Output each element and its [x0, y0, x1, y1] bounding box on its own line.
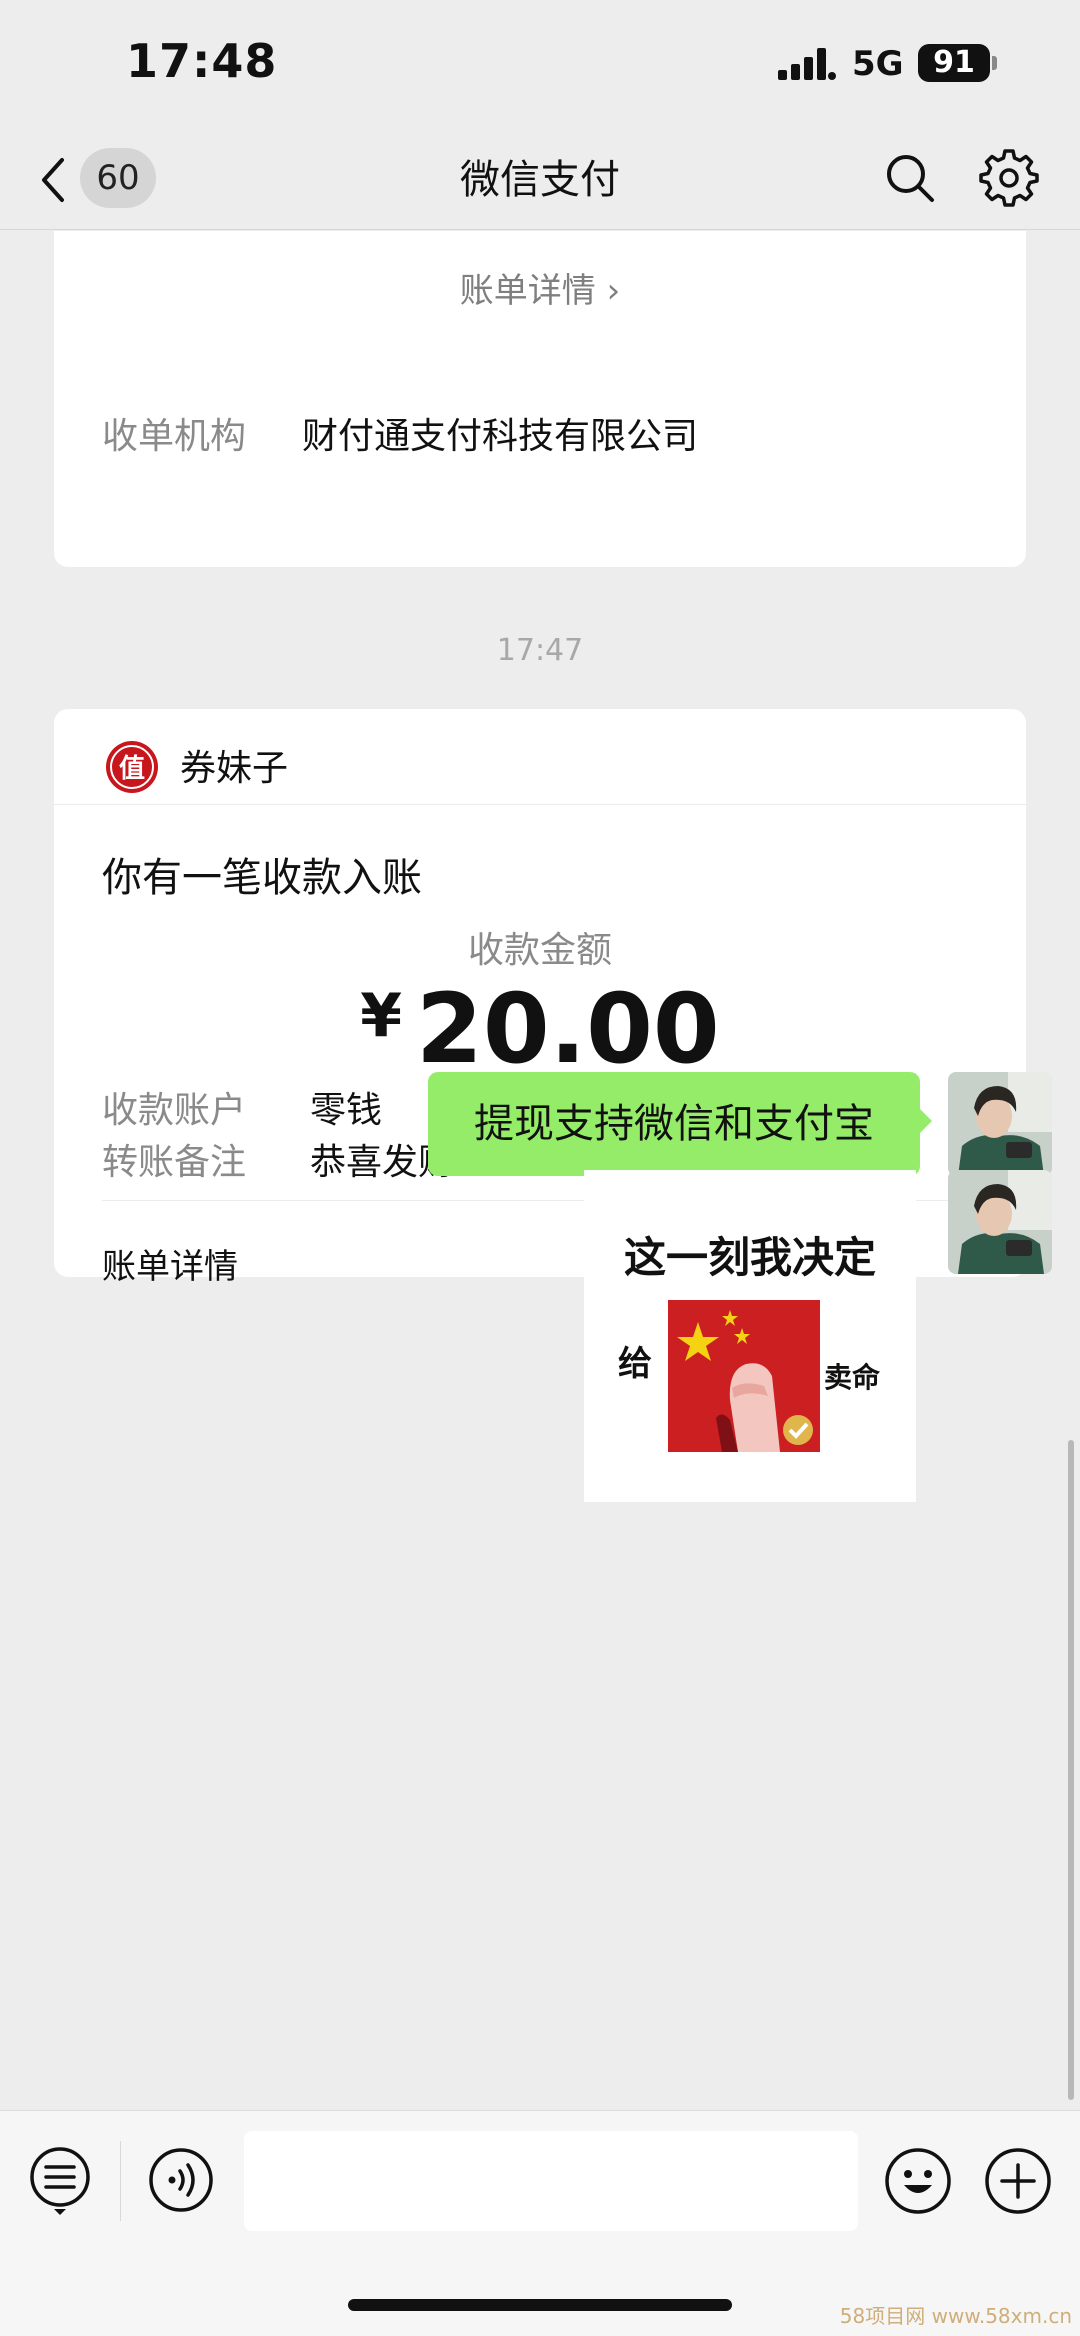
amount-number: 20.00: [416, 973, 720, 1085]
payment-notice: 你有一笔收款入账: [102, 855, 422, 901]
battery-tip: [992, 56, 997, 70]
card-header: 值 券妹子: [54, 709, 1026, 805]
message-input[interactable]: [244, 2131, 858, 2231]
sticker-text-right: 卖命: [824, 1361, 881, 1394]
menu-list-icon[interactable]: [28, 2145, 92, 2217]
remark-label: 转账备注: [102, 1142, 247, 1183]
account-value: 零钱: [310, 1090, 383, 1131]
emoji-icon[interactable]: [884, 2147, 952, 2215]
sticker-text-left: 给: [618, 1344, 652, 1384]
battery-icon: 91: [918, 44, 990, 82]
voice-icon[interactable]: [148, 2147, 214, 2213]
message-timestamp: 17:47: [496, 633, 584, 668]
sticker-message[interactable]: 这一刻我决定 给 卖命: [584, 1170, 916, 1502]
status-time: 17:48: [126, 34, 278, 88]
account-label: 收款账户: [102, 1090, 247, 1131]
status-bar: 17:48 5G 91: [0, 0, 1080, 130]
home-indicator: [348, 2299, 732, 2311]
bill-detail-link[interactable]: 账单详情 ›: [54, 263, 1026, 312]
flag-fist-image: [668, 1300, 820, 1452]
chat-area: 账单详情 › 收单机构 财付通支付科技有限公司 17:47 值 券妹子 你有一笔…: [0, 231, 1080, 2109]
sender-name: 券妹子: [180, 748, 289, 789]
acquirer-label: 收单机构: [102, 416, 247, 457]
plus-icon[interactable]: [984, 2147, 1052, 2215]
search-icon[interactable]: [882, 150, 938, 206]
currency-symbol: ¥: [360, 981, 403, 1051]
scrollbar[interactable]: [1068, 1440, 1074, 2100]
watermark: 58项目网 www.58xm.cn: [839, 2304, 1072, 2328]
divider: [120, 2141, 121, 2221]
unread-count-badge[interactable]: 60: [80, 148, 156, 208]
sticker-caption: 这一刻我决定: [623, 1233, 876, 1282]
svg-text:值: 值: [119, 754, 145, 784]
amount-label: 收款金额: [467, 930, 612, 971]
bill-detail-link[interactable]: 账单详情: [102, 1239, 238, 1288]
network-type: 5G: [852, 44, 904, 84]
merchant-logo-icon: 值: [106, 741, 158, 793]
acquirer-value: 财付通支付科技有限公司: [302, 416, 699, 457]
payment-card-previous: 账单详情 › 收单机构 财付通支付科技有限公司: [54, 231, 1026, 567]
amount-value: ¥20.00: [54, 973, 1026, 1085]
message-bubble[interactable]: 提现支持微信和支付宝: [428, 1072, 920, 1176]
nav-bar: 微信支付 60: [0, 130, 1080, 230]
back-icon[interactable]: [34, 154, 74, 206]
avatar[interactable]: [948, 1072, 1052, 1176]
avatar[interactable]: [948, 1170, 1052, 1274]
signal-icon: [778, 48, 836, 80]
bubble-tail: [918, 1107, 932, 1135]
gear-icon[interactable]: [978, 146, 1040, 208]
